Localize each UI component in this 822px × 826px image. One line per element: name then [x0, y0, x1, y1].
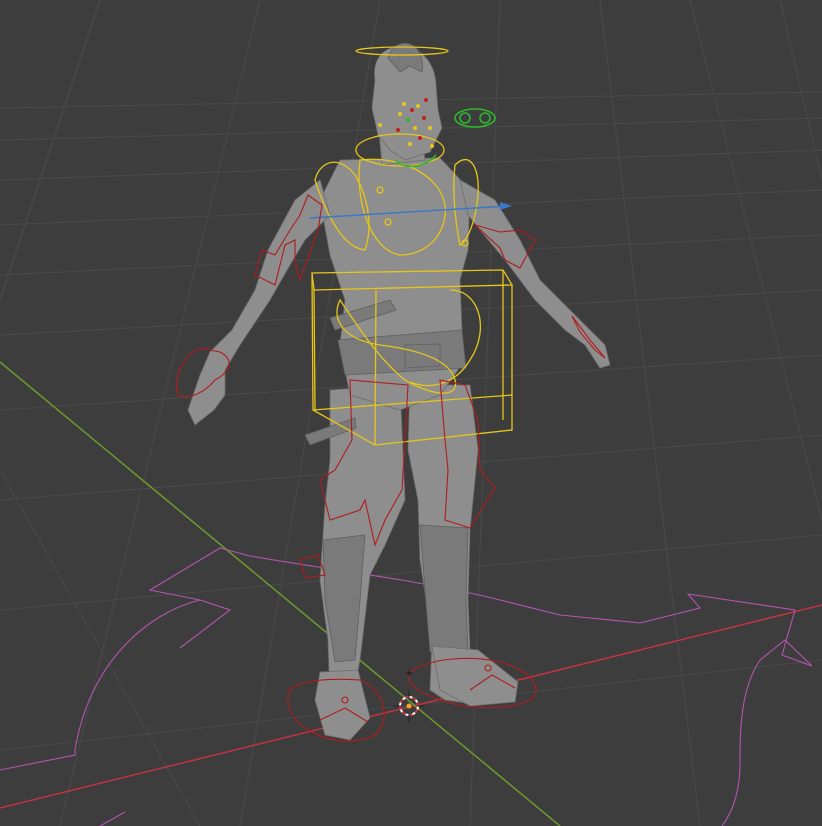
character-mesh[interactable]: [187, 42, 611, 741]
viewport-canvas[interactable]: +: [0, 0, 822, 826]
origin-point-icon: +: [405, 668, 413, 709]
eye-target-control[interactable]: [454, 108, 496, 128]
svg-text:+: +: [405, 668, 413, 679]
3d-viewport[interactable]: +: [0, 0, 822, 826]
